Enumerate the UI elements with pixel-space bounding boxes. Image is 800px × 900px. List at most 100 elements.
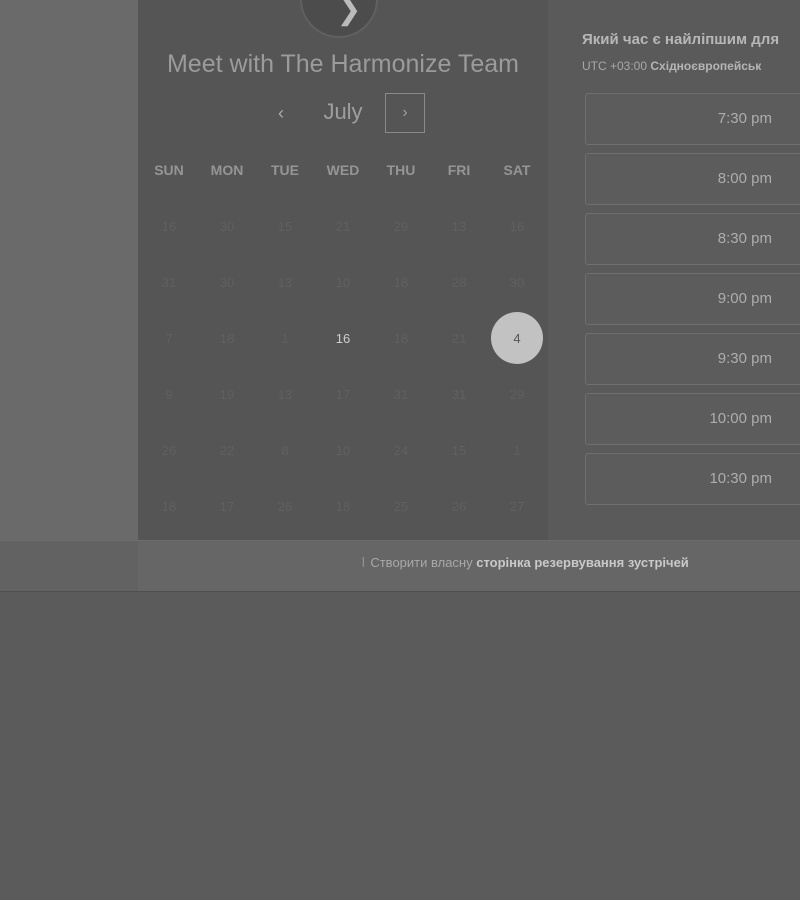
- day-number: 17: [219, 498, 235, 514]
- day-number: 18: [219, 330, 235, 346]
- day-number: 21: [335, 218, 351, 234]
- day-number: 26: [451, 498, 467, 514]
- day-number: 15: [451, 442, 467, 458]
- timezone-selector[interactable]: UTC +03:00 Східноєвропейськ: [582, 59, 761, 73]
- day-number: 22: [219, 442, 235, 458]
- day-number: 13: [277, 274, 293, 290]
- day-number: 21: [451, 330, 467, 346]
- day-number: 16: [161, 218, 177, 234]
- previous-month-button[interactable]: ‹: [270, 98, 292, 128]
- calendar-day-unavailable: 17: [314, 366, 372, 422]
- time-slot-button[interactable]: 8:30 pm: [585, 213, 800, 265]
- day-number: 1: [513, 442, 521, 458]
- day-number: 16: [335, 330, 351, 346]
- day-number: 24: [393, 442, 409, 458]
- weekday-label: FRI: [447, 162, 471, 178]
- time-slot-button[interactable]: 7:30 pm: [585, 93, 800, 145]
- calendar-day-unavailable: 18: [314, 478, 372, 534]
- calendar-grid: 16 30 15 21 29 13 16 31 30 13 10 18 28 30 7 18 1 16 18 21 4 9…: [140, 198, 546, 534]
- day-number: 19: [219, 386, 235, 402]
- calendar-day-unavailable: 21: [430, 310, 488, 366]
- calendar-day-unavailable: 31: [430, 366, 488, 422]
- time-slot-button[interactable]: 10:00 pm: [585, 393, 800, 445]
- day-number: 31: [451, 386, 467, 402]
- day-number: 30: [509, 274, 525, 290]
- calendar-day-unavailable: 21: [314, 198, 372, 254]
- time-slot-label: 10:30 pm: [709, 470, 772, 487]
- footer-link-text: сторінка резервування зустрічей: [476, 555, 689, 570]
- create-booking-page-link[interactable]: ⦚ Створити власну сторінка резервування …: [362, 555, 689, 571]
- day-number: 18: [393, 274, 409, 290]
- day-number: 29: [509, 386, 525, 402]
- day-number: 9: [165, 386, 173, 402]
- day-number: 26: [277, 498, 293, 514]
- time-slot-label: 10:00 pm: [709, 410, 772, 427]
- calendar-day-available[interactable]: 16: [314, 310, 372, 366]
- calendar-day-unavailable: 30: [488, 254, 546, 310]
- calendar-day-unavailable: 10: [314, 254, 372, 310]
- footer-prefix: Створити власну: [370, 555, 473, 570]
- time-slot-button[interactable]: 9:30 pm: [585, 333, 800, 385]
- weekday-label: SAT: [503, 162, 531, 178]
- calendar-day-unavailable: 31: [140, 254, 198, 310]
- calendar-day-selected[interactable]: 4: [488, 310, 546, 366]
- calendar-day-unavailable: 26: [256, 478, 314, 534]
- time-slot-label: 9:00 pm: [717, 290, 772, 307]
- weekday-label: SUN: [154, 162, 184, 178]
- calendar-day-unavailable: 9: [140, 366, 198, 422]
- day-number: 28: [451, 274, 467, 290]
- day-number: 18: [161, 498, 177, 514]
- calendar-day-unavailable: 30: [198, 254, 256, 310]
- time-slot-button[interactable]: 9:00 pm: [585, 273, 800, 325]
- calendar-day-unavailable: 29: [372, 198, 430, 254]
- timezone-name: Східноєвропейськ: [650, 59, 762, 73]
- calendar-day-unavailable: 17: [198, 478, 256, 534]
- day-number: 31: [161, 274, 177, 290]
- time-slot-button[interactable]: 8:00 pm: [585, 153, 800, 205]
- calendar-day-unavailable: 31: [372, 366, 430, 422]
- weekday-label: THU: [386, 162, 416, 178]
- day-number: 18: [335, 498, 351, 514]
- weekday-label: MON: [210, 162, 244, 178]
- weekday-label: WED: [326, 162, 360, 178]
- calendar-day-unavailable: 25: [372, 478, 430, 534]
- calendar-day-unavailable: 16: [488, 198, 546, 254]
- day-number: 13: [277, 386, 293, 402]
- day-number: 26: [161, 442, 177, 458]
- day-number: 15: [277, 218, 293, 234]
- day-number: 4: [513, 330, 521, 346]
- calendar-day-unavailable: 16: [140, 198, 198, 254]
- time-slot-button[interactable]: 10:30 pm: [585, 453, 800, 505]
- calendar-day-unavailable: 27: [488, 478, 546, 534]
- calendar-day-unavailable: 18: [140, 478, 198, 534]
- day-number: 29: [393, 218, 409, 234]
- time-slot-label: 8:30 pm: [717, 230, 772, 247]
- calendar-day-unavailable: 24: [372, 422, 430, 478]
- calendar-day-unavailable: 22: [198, 422, 256, 478]
- day-number: 27: [509, 498, 525, 514]
- times-heading: Який час є найліпшим для: [582, 31, 780, 48]
- backdrop-left: [0, 0, 138, 540]
- calendar-day-unavailable: 29: [488, 366, 546, 422]
- day-number: 30: [219, 218, 235, 234]
- time-slot-label: 9:30 pm: [717, 350, 772, 367]
- calendar-day-unavailable: 8: [256, 422, 314, 478]
- day-number: 13: [451, 218, 467, 234]
- day-number: 1: [281, 330, 289, 346]
- calendar-day-unavailable: 26: [140, 422, 198, 478]
- weekday-header: SUN MON TUE WED THU FRI SAT: [140, 162, 546, 178]
- calendar-day-unavailable: 15: [256, 198, 314, 254]
- day-number: 7: [165, 330, 173, 346]
- meeting-title: Meet with The Harmonize Team: [166, 50, 519, 78]
- calendar-day-unavailable: 1: [256, 310, 314, 366]
- time-slot-label: 8:00 pm: [717, 170, 772, 187]
- day-number: 8: [281, 442, 289, 458]
- calendar-day-unavailable: 7: [140, 310, 198, 366]
- calendar-day-unavailable: 13: [256, 366, 314, 422]
- calendar-day-unavailable: 19: [198, 366, 256, 422]
- calendar-day-unavailable: 18: [198, 310, 256, 366]
- calendar-day-unavailable: 13: [256, 254, 314, 310]
- calendar-day-unavailable: 18: [372, 254, 430, 310]
- calendar-day-unavailable: 10: [314, 422, 372, 478]
- next-month-button[interactable]: ›: [385, 93, 425, 133]
